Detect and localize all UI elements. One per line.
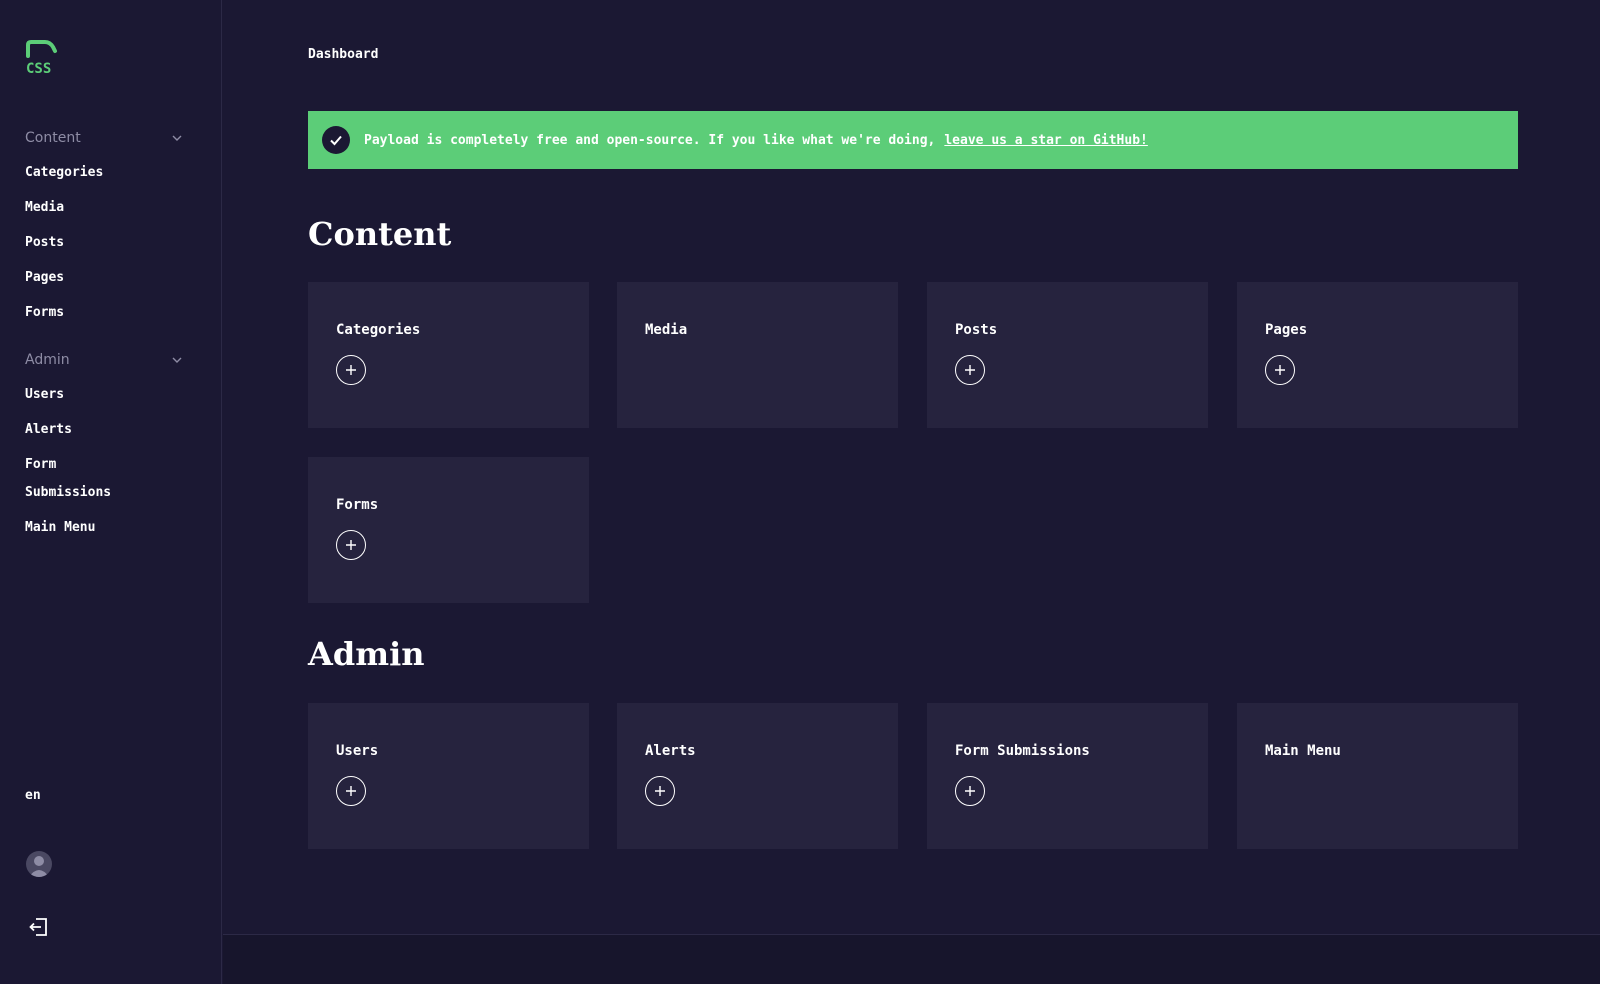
card-title: Alerts — [645, 743, 696, 759]
card-title: Main Menu — [1265, 743, 1341, 759]
sidebar-item-forms[interactable]: Forms — [25, 299, 185, 327]
section-title-content: Content — [308, 215, 452, 253]
card-pages[interactable]: Pages — [1237, 282, 1518, 428]
card-media[interactable]: Media — [617, 282, 898, 428]
footer — [223, 935, 1600, 984]
banner-message: Payload is completely free and open-sour… — [364, 132, 936, 148]
nav-group-content-label: Content — [25, 130, 81, 146]
plus-icon — [346, 540, 356, 550]
plus-icon — [965, 365, 975, 375]
nav-group-content[interactable]: Content — [25, 130, 183, 146]
card-title: Pages — [1265, 322, 1308, 338]
section-title-admin: Admin — [308, 635, 425, 673]
sidebar: CSS Content Categories Media Posts Pages… — [0, 0, 222, 984]
plus-icon — [346, 365, 356, 375]
add-button[interactable] — [955, 776, 985, 806]
css-logo-icon[interactable]: CSS — [25, 40, 59, 76]
chevron-down-icon — [172, 135, 182, 141]
card-main-menu[interactable]: Main Menu — [1237, 703, 1518, 849]
sidebar-item-users[interactable]: Users — [25, 381, 185, 409]
card-title: Form Submissions — [955, 743, 1090, 759]
sidebar-item-form-submissions[interactable]: Form Submissions — [25, 451, 135, 507]
card-users[interactable]: Users — [308, 703, 589, 849]
sidebar-item-categories[interactable]: Categories — [25, 159, 185, 187]
plus-icon — [655, 786, 665, 796]
logout-icon[interactable] — [28, 916, 50, 938]
add-button[interactable] — [645, 776, 675, 806]
card-posts[interactable]: Posts — [927, 282, 1208, 428]
sidebar-item-media[interactable]: Media — [25, 194, 185, 222]
sidebar-item-pages[interactable]: Pages — [25, 264, 185, 292]
plus-icon — [965, 786, 975, 796]
card-title: Users — [336, 743, 379, 759]
plus-icon — [1275, 365, 1285, 375]
add-button[interactable] — [336, 530, 366, 560]
card-form-submissions[interactable]: Form Submissions — [927, 703, 1208, 849]
main-content: Dashboard Payload is completely free and… — [223, 0, 1600, 934]
svg-text:CSS: CSS — [26, 61, 51, 76]
avatar[interactable] — [26, 851, 52, 877]
github-star-link[interactable]: leave us a star on GitHub! — [944, 133, 1148, 148]
breadcrumb: Dashboard — [308, 47, 379, 62]
github-banner: Payload is completely free and open-sour… — [308, 111, 1518, 169]
sidebar-item-alerts[interactable]: Alerts — [25, 416, 185, 444]
add-button[interactable] — [955, 355, 985, 385]
sidebar-item-main-menu[interactable]: Main Menu — [25, 514, 185, 542]
card-alerts[interactable]: Alerts — [617, 703, 898, 849]
nav-group-admin[interactable]: Admin — [25, 352, 183, 368]
sidebar-item-posts[interactable]: Posts — [25, 229, 185, 257]
nav-group-admin-label: Admin — [25, 352, 70, 368]
add-button[interactable] — [336, 776, 366, 806]
add-button[interactable] — [1265, 355, 1295, 385]
card-title: Media — [645, 322, 688, 338]
plus-icon — [346, 786, 356, 796]
check-icon — [322, 126, 350, 154]
language-selector[interactable]: en — [25, 788, 41, 803]
chevron-down-icon — [172, 357, 182, 363]
card-title: Posts — [955, 322, 998, 338]
card-categories[interactable]: Categories — [308, 282, 589, 428]
add-button[interactable] — [336, 355, 366, 385]
avatar-icon — [29, 856, 49, 877]
card-title: Forms — [336, 497, 379, 513]
card-forms[interactable]: Forms — [308, 457, 589, 603]
card-title: Categories — [336, 322, 421, 338]
